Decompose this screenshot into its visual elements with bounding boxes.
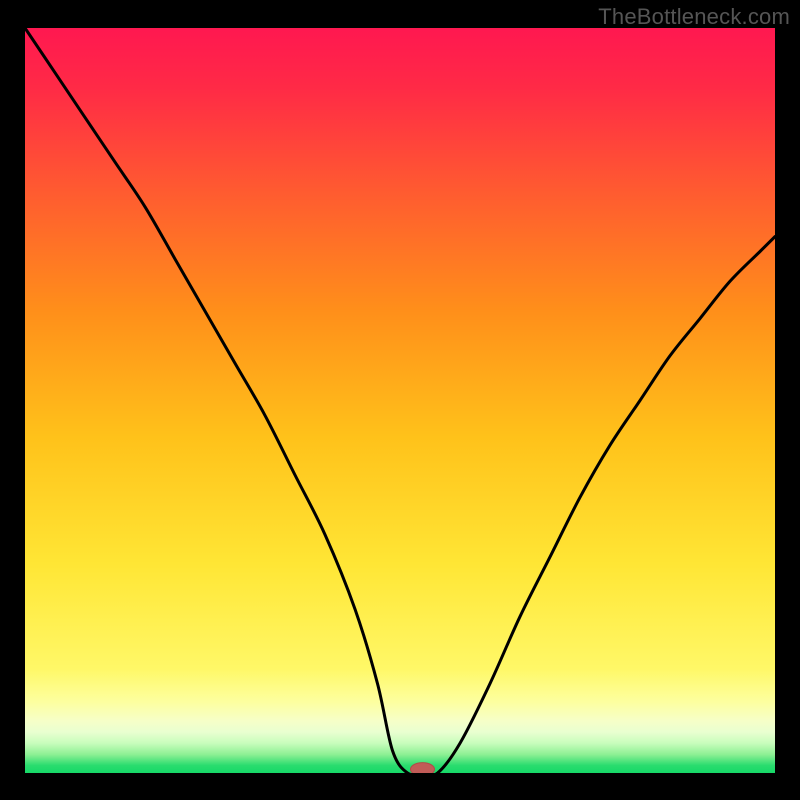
chart-frame: TheBottleneck.com bbox=[0, 0, 800, 800]
optimal-marker bbox=[411, 763, 435, 776]
watermark-text: TheBottleneck.com bbox=[598, 4, 790, 30]
gradient-background bbox=[25, 28, 775, 773]
bottleneck-chart bbox=[0, 0, 800, 800]
